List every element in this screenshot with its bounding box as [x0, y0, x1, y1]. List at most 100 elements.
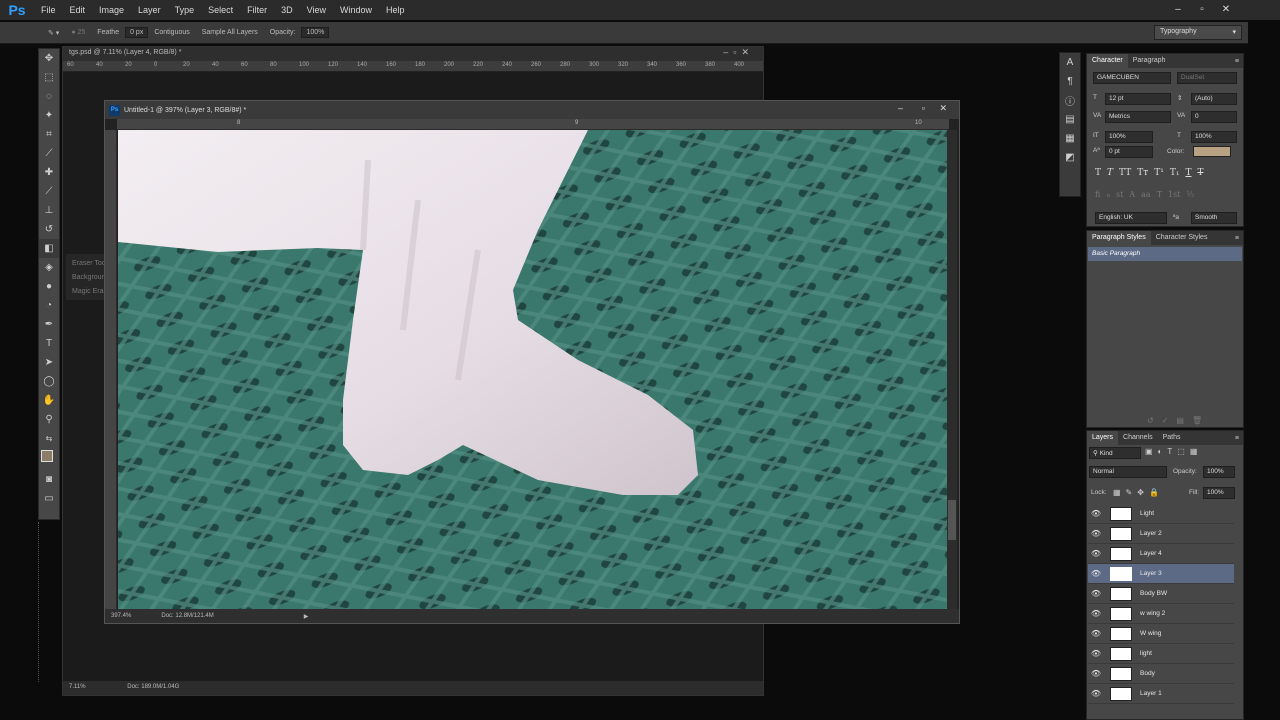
- foreground-color-swatch[interactable]: [41, 450, 53, 462]
- image-canvas[interactable]: [118, 130, 948, 610]
- panel-menu-icon[interactable]: ≡: [1235, 58, 1243, 65]
- maximize-icon[interactable]: ▫: [1190, 0, 1214, 20]
- language-select[interactable]: English: UK: [1095, 212, 1167, 224]
- menu-image[interactable]: Image: [92, 0, 131, 20]
- minimize-icon[interactable]: –: [1166, 0, 1190, 20]
- menu-layer[interactable]: Layer: [131, 0, 168, 20]
- healing-brush-tool-icon[interactable]: ✚: [39, 163, 59, 182]
- superscript-icon[interactable]: T¹: [1154, 168, 1164, 178]
- zoom-value[interactable]: 397.4%: [111, 613, 131, 619]
- basic-paragraph-style[interactable]: Basic Paragraph: [1088, 247, 1242, 261]
- horizontal-scale-input[interactable]: 100%: [1191, 131, 1237, 143]
- adjustments-icon[interactable]: ◩: [1060, 148, 1080, 167]
- ordinals-icon[interactable]: T: [1157, 190, 1162, 199]
- opacity-input[interactable]: 100%: [301, 27, 330, 38]
- layer-filter-select[interactable]: ⚲ Kind: [1089, 447, 1141, 459]
- menu-help[interactable]: Help: [379, 0, 412, 20]
- dodge-tool-icon[interactable]: ◔: [39, 296, 59, 315]
- old-style-icon[interactable]: ℴ: [1106, 190, 1110, 199]
- history-brush-tool-icon[interactable]: ↺: [39, 220, 59, 239]
- visibility-eye-icon[interactable]: 👁: [1088, 689, 1104, 698]
- ornaments-icon[interactable]: 1st: [1168, 190, 1180, 199]
- titling-icon[interactable]: aa: [1141, 190, 1151, 199]
- faux-bold-icon[interactable]: T: [1095, 168, 1101, 178]
- brush-tool-icon[interactable]: ⟋: [39, 182, 59, 201]
- path-select-tool-icon[interactable]: ➤: [39, 353, 59, 372]
- zoom-tool-icon[interactable]: ⚲: [39, 410, 59, 429]
- doc-close-icon[interactable]: ✕: [939, 103, 947, 114]
- swap-colors-icon[interactable]: ⇆: [39, 429, 59, 448]
- antialias-select[interactable]: Smooth: [1191, 212, 1237, 224]
- all-caps-icon[interactable]: TT: [1119, 168, 1131, 178]
- visibility-eye-icon[interactable]: 👁: [1088, 649, 1104, 658]
- faux-italic-icon[interactable]: T: [1107, 168, 1113, 178]
- tab-character-styles[interactable]: Character Styles: [1151, 231, 1213, 245]
- feather-input[interactable]: 0 px: [125, 27, 149, 38]
- eraser-tool-icon[interactable]: ◧: [39, 239, 59, 258]
- character-panel-icon[interactable]: A: [1060, 53, 1080, 72]
- eyedropper-tool-icon[interactable]: ⟋: [39, 144, 59, 163]
- blur-tool-icon[interactable]: ●: [39, 277, 59, 296]
- menu-select[interactable]: Select: [201, 0, 240, 20]
- move-tool-icon[interactable]: ✥: [39, 49, 59, 68]
- layer-row[interactable]: 👁 Layer 3: [1088, 564, 1234, 584]
- doc-minimize-icon[interactable]: –: [898, 103, 903, 113]
- bg-document-tab[interactable]: tgs.psd @ 7.11% (Layer 4, RGB/8) * – ▫ ✕: [63, 47, 763, 61]
- paragraph-panel-icon[interactable]: ¶: [1060, 72, 1080, 91]
- panel-menu-icon[interactable]: ≡: [1235, 435, 1243, 442]
- quick-mask-icon[interactable]: ◙: [39, 470, 59, 489]
- layer-row[interactable]: 👁 Light: [1088, 504, 1234, 524]
- crop-tool-icon[interactable]: ⌗: [39, 125, 59, 144]
- layers-comp-icon[interactable]: ▤: [1060, 110, 1080, 129]
- visibility-eye-icon[interactable]: 👁: [1088, 609, 1104, 618]
- lasso-tool-icon[interactable]: ◌: [39, 87, 59, 106]
- bg-doc-window-controls[interactable]: – ▫ ✕: [723, 47, 749, 58]
- menu-window[interactable]: Window: [333, 0, 379, 20]
- swash-icon[interactable]: st: [1116, 190, 1123, 199]
- play-icon[interactable]: ▶: [304, 613, 309, 620]
- underline-icon[interactable]: T: [1185, 168, 1191, 178]
- info-icon[interactable]: ⓘ: [1060, 91, 1080, 110]
- quick-select-tool-icon[interactable]: ✦: [39, 106, 59, 125]
- tab-layers[interactable]: Layers: [1087, 431, 1119, 445]
- pen-tool-icon[interactable]: ✒: [39, 315, 59, 334]
- visibility-eye-icon[interactable]: 👁: [1088, 509, 1104, 518]
- layer-row[interactable]: 👁 Layer 2: [1088, 524, 1234, 544]
- menu-3d[interactable]: 3D: [274, 0, 300, 20]
- font-family-select[interactable]: GAMECUBEN: [1093, 72, 1171, 84]
- bg-zoom-value[interactable]: 7.11%: [69, 684, 86, 690]
- layer-row[interactable]: 👁 Body: [1088, 664, 1234, 684]
- filter-type-icons[interactable]: ▣◐T⬚▦: [1145, 447, 1202, 456]
- fractions-icon[interactable]: ½: [1186, 190, 1194, 199]
- lock-icons[interactable]: ▦✎✥🔒: [1113, 488, 1164, 497]
- layer-row[interactable]: 👁 Body BW: [1088, 584, 1234, 604]
- tab-paragraph[interactable]: Paragraph: [1128, 54, 1171, 68]
- layer-row[interactable]: 👁 Layer 4: [1088, 544, 1234, 564]
- hand-tool-icon[interactable]: ✋: [39, 391, 59, 410]
- layer-row[interactable]: 👁 W wing: [1088, 624, 1234, 644]
- stylistic-alt-icon[interactable]: A: [1129, 190, 1135, 199]
- vertical-scrollbar[interactable]: [947, 130, 957, 610]
- screen-mode-icon[interactable]: ▭: [39, 489, 59, 508]
- marquee-tool-icon[interactable]: ⬚: [39, 68, 59, 87]
- brush-size-icon[interactable]: ● 25: [65, 29, 91, 36]
- visibility-eye-icon[interactable]: 👁: [1088, 629, 1104, 638]
- tool-preset-icon[interactable]: ✎ ▾: [0, 29, 65, 37]
- vertical-scale-input[interactable]: 100%: [1105, 131, 1153, 143]
- styles-footer-icons[interactable]: ↺✓▤🗑: [1147, 416, 1210, 425]
- type-tool-icon[interactable]: T: [39, 334, 59, 353]
- tab-paragraph-styles[interactable]: Paragraph Styles: [1087, 231, 1151, 245]
- menu-edit[interactable]: Edit: [63, 0, 93, 20]
- layer-row[interactable]: 👁 w wing 2: [1088, 604, 1234, 624]
- visibility-eye-icon[interactable]: 👁: [1088, 589, 1104, 598]
- visibility-eye-icon[interactable]: 👁: [1088, 569, 1104, 578]
- scroll-thumb[interactable]: [948, 500, 956, 540]
- brush-panel-icon[interactable]: ▦: [1060, 129, 1080, 148]
- tab-character[interactable]: Character: [1087, 54, 1128, 68]
- leading-input[interactable]: (Auto): [1191, 93, 1237, 105]
- tracking-input[interactable]: 0: [1191, 111, 1237, 123]
- font-style-select[interactable]: DualSet: [1177, 72, 1237, 84]
- workspace-select[interactable]: Typography ▾: [1154, 25, 1242, 40]
- subscript-icon[interactable]: T₁: [1170, 168, 1180, 178]
- ligatures-icon[interactable]: fi: [1095, 190, 1100, 199]
